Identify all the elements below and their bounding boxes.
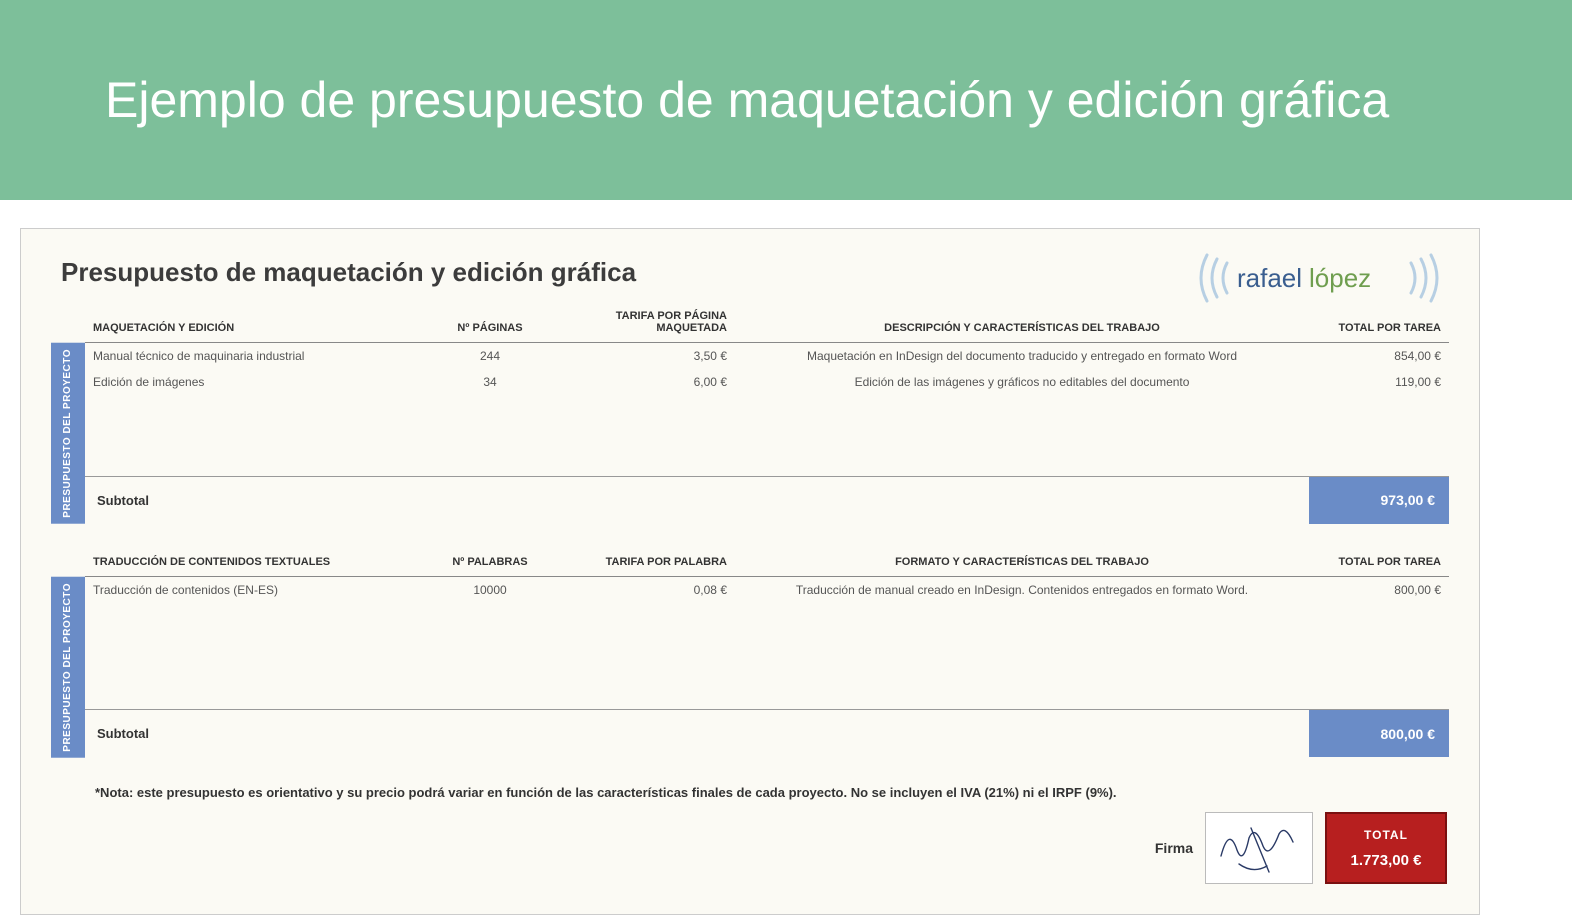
col-qty: Nº PÁGINAS xyxy=(425,306,555,343)
subtotal-value: 800,00 € xyxy=(1309,710,1449,757)
col-total: TOTAL POR TAREA xyxy=(1309,552,1449,577)
col-total: TOTAL POR TAREA xyxy=(1309,306,1449,343)
cell-features: Edición de las imágenes y gráficos no ed… xyxy=(735,369,1309,395)
col-concept: TRADUCCIÓN DE CONTENIDOS TEXTUALES xyxy=(85,552,425,577)
section1-subtotal: Subtotal 973,00 € xyxy=(85,476,1449,524)
cell-qty: 34 xyxy=(425,369,555,395)
cell-features: Traducción de manual creado en InDesign.… xyxy=(735,577,1309,603)
section2-subtotal: Subtotal 800,00 € xyxy=(85,709,1449,757)
disclaimer-note: *Nota: este presupuesto es orientativo y… xyxy=(95,785,1449,800)
signature-label: Firma xyxy=(1155,840,1193,856)
cell-concept: Manual técnico de maquinaria industrial xyxy=(85,343,425,369)
side-label: PRESUPUESTO DEL PROYECTO xyxy=(51,343,85,524)
signature-box xyxy=(1205,812,1313,884)
section2-header-table: TRADUCCIÓN DE CONTENIDOS TEXTUALES Nº PA… xyxy=(85,552,1449,577)
signature-icon xyxy=(1209,816,1309,880)
section2-body: Traducción de contenidos (EN-ES) 10000 0… xyxy=(85,577,1449,758)
cell-concept: Edición de imágenes xyxy=(85,369,425,395)
table-row: Traducción de contenidos (EN-ES) 10000 0… xyxy=(85,577,1449,603)
banner: Ejemplo de presupuesto de maquetación y … xyxy=(0,0,1572,200)
section1-table: Manual técnico de maquinaria industrial … xyxy=(85,343,1449,395)
table-row: Manual técnico de maquinaria industrial … xyxy=(85,343,1449,369)
col-concept: MAQUETACIÓN Y EDICIÓN xyxy=(85,306,425,343)
side-label: PRESUPUESTO DEL PROYECTO xyxy=(51,577,85,758)
cell-rate: 0,08 € xyxy=(555,577,735,603)
col-features: DESCRIPCIÓN Y CARACTERÍSTICAS DEL TRABAJ… xyxy=(735,306,1309,343)
footer-row: Firma TOTAL 1.773,00 € xyxy=(51,812,1449,884)
col-qty: Nº PALABRAS xyxy=(425,552,555,577)
subtotal-label: Subtotal xyxy=(85,477,1309,524)
cell-total: 800,00 € xyxy=(1309,577,1449,603)
col-features: FORMATO Y CARACTERÍSTICAS DEL TRABAJO xyxy=(735,552,1309,577)
cell-qty: 10000 xyxy=(425,577,555,603)
cell-concept: Traducción de contenidos (EN-ES) xyxy=(85,577,425,603)
svg-text:lópez: lópez xyxy=(1309,263,1371,293)
total-label: TOTAL xyxy=(1364,828,1408,842)
col-rate: TARIFA POR PÁGINA MAQUETADA xyxy=(555,306,735,343)
section1-body: Manual técnico de maquinaria industrial … xyxy=(85,343,1449,524)
cell-total: 854,00 € xyxy=(1309,343,1449,369)
total-value: 1.773,00 € xyxy=(1351,852,1422,869)
document-wrapper: rafael lópez Presupuesto de maquetación … xyxy=(0,200,1572,915)
cell-rate: 3,50 € xyxy=(555,343,735,369)
section-translation: PRESUPUESTO DEL PROYECTO Traducción de c… xyxy=(51,577,1449,758)
section-layout-editing: PRESUPUESTO DEL PROYECTO Manual técnico … xyxy=(51,343,1449,524)
cell-total: 119,00 € xyxy=(1309,369,1449,395)
cell-rate: 6,00 € xyxy=(555,369,735,395)
section1-header-table: MAQUETACIÓN Y EDICIÓN Nº PÁGINAS TARIFA … xyxy=(85,306,1449,343)
cell-qty: 244 xyxy=(425,343,555,369)
budget-document: rafael lópez Presupuesto de maquetación … xyxy=(20,228,1480,915)
logo-icon: rafael lópez xyxy=(1189,249,1449,307)
grand-total-box: TOTAL 1.773,00 € xyxy=(1325,812,1447,884)
svg-text:rafael: rafael xyxy=(1237,263,1302,293)
brand-logo: rafael lópez xyxy=(1189,249,1449,307)
section2-table: Traducción de contenidos (EN-ES) 10000 0… xyxy=(85,577,1449,603)
banner-title: Ejemplo de presupuesto de maquetación y … xyxy=(105,71,1389,129)
cell-features: Maquetación en InDesign del documento tr… xyxy=(735,343,1309,369)
subtotal-value: 973,00 € xyxy=(1309,477,1449,524)
col-rate: TARIFA POR PALABRA xyxy=(555,552,735,577)
table-row: Edición de imágenes 34 6,00 € Edición de… xyxy=(85,369,1449,395)
subtotal-label: Subtotal xyxy=(85,710,1309,757)
